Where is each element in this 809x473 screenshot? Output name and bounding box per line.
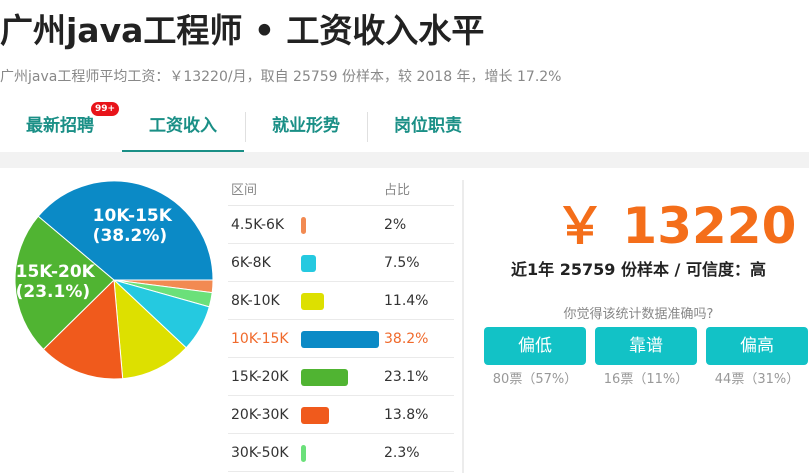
percent-label: 13.8%	[384, 407, 429, 423]
average-salary: ￥ 13220	[555, 197, 797, 255]
vote-accurate-button[interactable]: 靠谱	[595, 327, 697, 365]
page-title: 广州java工程师 • 工资收入水平	[0, 11, 485, 50]
salary-distribution-table: 区间 占比 4.5K-6K 2% 6K-8K 7.5% 8K-10K 11.4% 10K-1…	[228, 180, 454, 472]
percent-label: 2%	[384, 217, 407, 233]
vote-high-result: 44票（31%）	[714, 372, 800, 387]
range-label: 4.5K-6K	[231, 217, 285, 233]
tab-divider	[245, 112, 246, 142]
tab-salary[interactable]: 工资收入	[122, 106, 244, 154]
accuracy-question: 你觉得该统计数据准确吗?	[563, 307, 714, 322]
range-label: 6K-8K	[231, 255, 271, 271]
distribution-bar	[301, 445, 306, 462]
range-label: 20K-30K	[231, 407, 289, 423]
page-subtitle: 广州java工程师平均工资：￥13220/月，取自 25759 份样本，较 20…	[0, 69, 562, 85]
range-label: 15K-20K	[231, 369, 289, 385]
vote-low-result: 80票（57%）	[492, 372, 578, 387]
percent-label: 23.1%	[384, 369, 429, 385]
table-row: 30K-50K 2.3%	[228, 434, 454, 472]
range-label: 30K-50K	[231, 445, 289, 461]
range-column-header: 区间	[231, 183, 258, 198]
tab-job-duties[interactable]: 岗位职责	[368, 106, 488, 150]
percent-label: 2.3%	[384, 445, 420, 461]
distribution-bar	[301, 369, 349, 386]
tab-employment[interactable]: 就业形势	[247, 106, 365, 150]
percent-column-header: 占比	[384, 183, 411, 198]
range-label: 8K-10K	[231, 293, 280, 309]
percent-label: 7.5%	[384, 255, 420, 271]
distribution-bar	[301, 255, 317, 272]
pie-label-10K-15K: 10K-15K (38.2%)	[92, 206, 172, 247]
distribution-bar	[301, 331, 379, 348]
tab-label: 工资收入	[149, 116, 217, 136]
table-header: 区间 占比	[228, 180, 454, 206]
percent-label: 38.2%	[384, 331, 429, 347]
tab-bar: 最新招聘 99+ 工资收入 就业形势 岗位职责	[0, 102, 809, 154]
tab-latest-jobs[interactable]: 最新招聘 99+	[4, 102, 120, 150]
vote-accurate-result: 16票（11%）	[603, 372, 689, 387]
tab-label: 最新招聘	[26, 116, 94, 136]
distribution-bar	[301, 217, 306, 234]
sample-info: 近1年 25759 份样本 / 可信度：高	[511, 260, 766, 279]
table-row: 6K-8K 7.5%	[228, 244, 454, 282]
percent-label: 11.4%	[384, 293, 429, 309]
table-row: 20K-30K 13.8%	[228, 396, 454, 434]
tab-label: 就业形势	[272, 116, 340, 136]
new-count-badge: 99+	[91, 102, 120, 116]
table-row: 4.5K-6K 2%	[228, 206, 454, 244]
vote-high-button[interactable]: 偏高	[706, 327, 808, 365]
distribution-bar	[301, 293, 325, 310]
distribution-bar	[301, 407, 330, 424]
vertical-divider	[462, 180, 464, 473]
vote-low-button[interactable]: 偏低	[484, 327, 586, 365]
pie-label-15K-20K: 15K-20K (23.1%)	[15, 262, 95, 303]
range-label: 10K-15K	[231, 331, 289, 347]
tab-label: 岗位职责	[394, 116, 462, 136]
table-row: 8K-10K 11.4%	[228, 282, 454, 320]
table-body: 4.5K-6K 2% 6K-8K 7.5% 8K-10K 11.4% 10K-15K 38.2…	[228, 206, 454, 472]
section-separator	[0, 152, 809, 168]
table-row: 10K-15K 38.2%	[228, 320, 454, 358]
table-row: 15K-20K 23.1%	[228, 358, 454, 396]
